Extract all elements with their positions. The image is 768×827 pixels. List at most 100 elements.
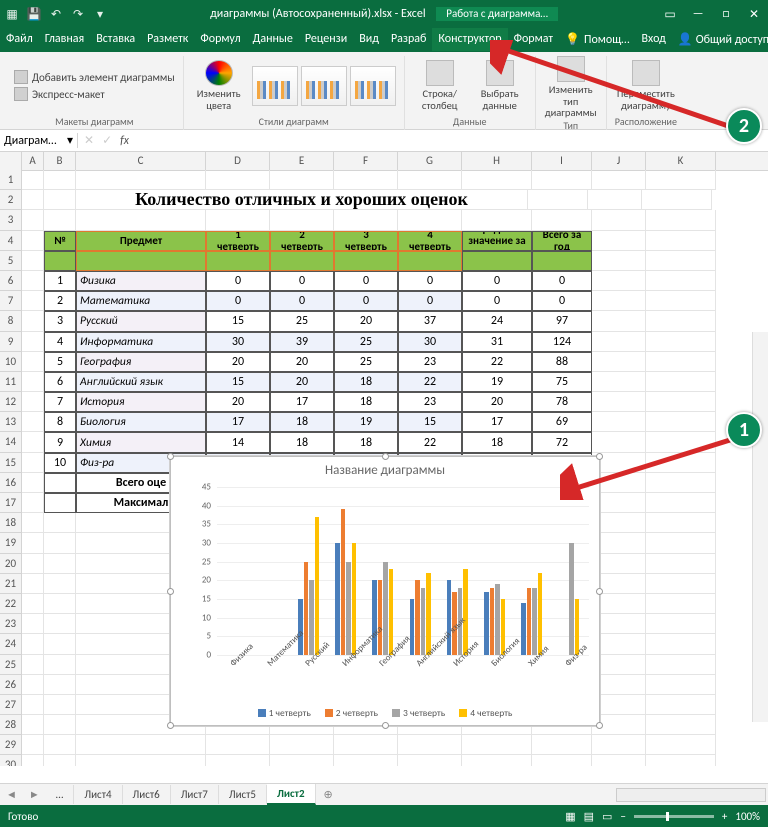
switch-row-column-button[interactable]: Строка/ столбец — [413, 60, 467, 111]
cell[interactable] — [592, 352, 646, 372]
vertical-scrollbar[interactable] — [752, 332, 768, 722]
select-all-corner[interactable] — [0, 152, 22, 170]
tab-file[interactable]: Файл — [0, 28, 39, 51]
chart-bar[interactable] — [415, 580, 420, 655]
cell[interactable]: Русский — [76, 311, 206, 331]
cell[interactable] — [592, 231, 646, 251]
cell[interactable] — [22, 533, 44, 553]
cell[interactable]: 19 — [462, 372, 532, 392]
col-header[interactable]: H — [462, 152, 532, 170]
save-icon[interactable]: 💾 — [26, 6, 42, 22]
cell[interactable] — [588, 190, 642, 210]
cell[interactable] — [592, 271, 646, 291]
cell[interactable] — [22, 735, 44, 755]
cell[interactable] — [22, 554, 44, 574]
cell[interactable] — [22, 291, 44, 311]
col-header[interactable]: E — [270, 152, 334, 170]
cell[interactable]: 7 — [44, 392, 76, 412]
cell[interactable] — [44, 554, 76, 574]
cell[interactable]: 18 — [270, 412, 334, 432]
cell[interactable] — [22, 372, 44, 392]
cell[interactable]: История — [76, 392, 206, 412]
qat-dropdown-icon[interactable]: ▾ — [92, 6, 108, 22]
cell[interactable] — [646, 352, 716, 372]
cell[interactable] — [646, 332, 716, 352]
cell[interactable]: 30 — [206, 332, 270, 352]
row-header[interactable]: 23 — [0, 614, 22, 634]
cell[interactable] — [646, 594, 716, 614]
col-header[interactable]: J — [592, 152, 646, 170]
cell[interactable]: 18 — [334, 372, 398, 392]
cell[interactable]: 75 — [532, 372, 592, 392]
chart-x-axis[interactable]: ФизикаМатематикаРусскийИнформатикаГеогра… — [217, 657, 589, 697]
chart-y-axis[interactable]: 051015202530354045 — [171, 487, 215, 655]
cell[interactable] — [592, 655, 646, 675]
th-q2[interactable]: 2четверть — [270, 231, 334, 251]
cell[interactable] — [270, 170, 334, 190]
style-thumb[interactable] — [301, 66, 347, 106]
cell[interactable]: 20 — [270, 372, 334, 392]
row-header[interactable]: 27 — [0, 695, 22, 715]
cell[interactable] — [592, 513, 646, 533]
cell[interactable] — [334, 755, 398, 766]
tab-data[interactable]: Данные — [247, 28, 299, 51]
cell[interactable]: 25 — [334, 332, 398, 352]
cell[interactable]: 20 — [334, 311, 398, 331]
cell[interactable] — [44, 634, 76, 654]
chart-bar[interactable] — [372, 580, 377, 655]
sheet-tab[interactable]: Лист7 — [171, 785, 219, 804]
chart-bar[interactable] — [538, 573, 543, 655]
chevron-down-icon[interactable]: ▾ — [67, 133, 73, 148]
row-header[interactable]: 9 — [0, 332, 22, 352]
cell[interactable] — [592, 372, 646, 392]
chart-bar[interactable] — [383, 562, 388, 655]
cell[interactable] — [646, 735, 716, 755]
cell[interactable] — [398, 170, 462, 190]
row-header[interactable]: 13 — [0, 412, 22, 432]
change-colors-button[interactable]: Изменить цвета — [192, 60, 246, 111]
cell[interactable] — [532, 755, 592, 766]
cell[interactable] — [646, 715, 716, 735]
sheet-nav-next[interactable]: ► — [23, 788, 46, 801]
sheet-nav-prev[interactable]: ◄ — [0, 788, 23, 801]
cell[interactable] — [646, 291, 716, 311]
cell[interactable] — [22, 675, 44, 695]
resize-handle[interactable] — [596, 588, 603, 595]
cell[interactable] — [44, 170, 76, 190]
fx-icon[interactable]: fx — [120, 134, 129, 148]
cell[interactable] — [398, 735, 462, 755]
cell[interactable]: 88 — [532, 352, 592, 372]
cell[interactable] — [592, 735, 646, 755]
cell[interactable] — [22, 432, 44, 452]
cell[interactable] — [22, 453, 44, 473]
cell[interactable] — [270, 755, 334, 766]
cell[interactable] — [462, 735, 532, 755]
cell[interactable]: 17 — [462, 412, 532, 432]
col-header[interactable]: K — [646, 152, 716, 170]
col-header[interactable]: G — [398, 152, 462, 170]
cell[interactable]: 18 — [462, 432, 532, 452]
row-header[interactable]: 21 — [0, 574, 22, 594]
cell[interactable] — [22, 614, 44, 634]
view-page-icon[interactable]: ▤ — [584, 810, 594, 823]
sheet-tab[interactable]: Лист4 — [74, 785, 122, 804]
row-header[interactable]: 3 — [0, 210, 22, 230]
cell[interactable]: 20 — [206, 392, 270, 412]
cell[interactable] — [22, 755, 44, 766]
chart-bar[interactable] — [527, 588, 532, 655]
zoom-in-button[interactable]: + — [722, 810, 727, 823]
cell[interactable] — [44, 594, 76, 614]
row-header[interactable]: 24 — [0, 634, 22, 654]
cell[interactable] — [646, 574, 716, 594]
cell[interactable] — [646, 271, 716, 291]
tab-review[interactable]: Рецензи — [299, 28, 353, 51]
th-q1[interactable]: 1четверть — [206, 231, 270, 251]
cell[interactable] — [44, 574, 76, 594]
cell[interactable] — [22, 655, 44, 675]
cell[interactable] — [646, 231, 716, 251]
cell[interactable] — [206, 735, 270, 755]
cell[interactable]: 0 — [270, 271, 334, 291]
col-header[interactable]: I — [532, 152, 592, 170]
cell[interactable]: 19 — [334, 412, 398, 432]
cell[interactable]: 23 — [398, 392, 462, 412]
